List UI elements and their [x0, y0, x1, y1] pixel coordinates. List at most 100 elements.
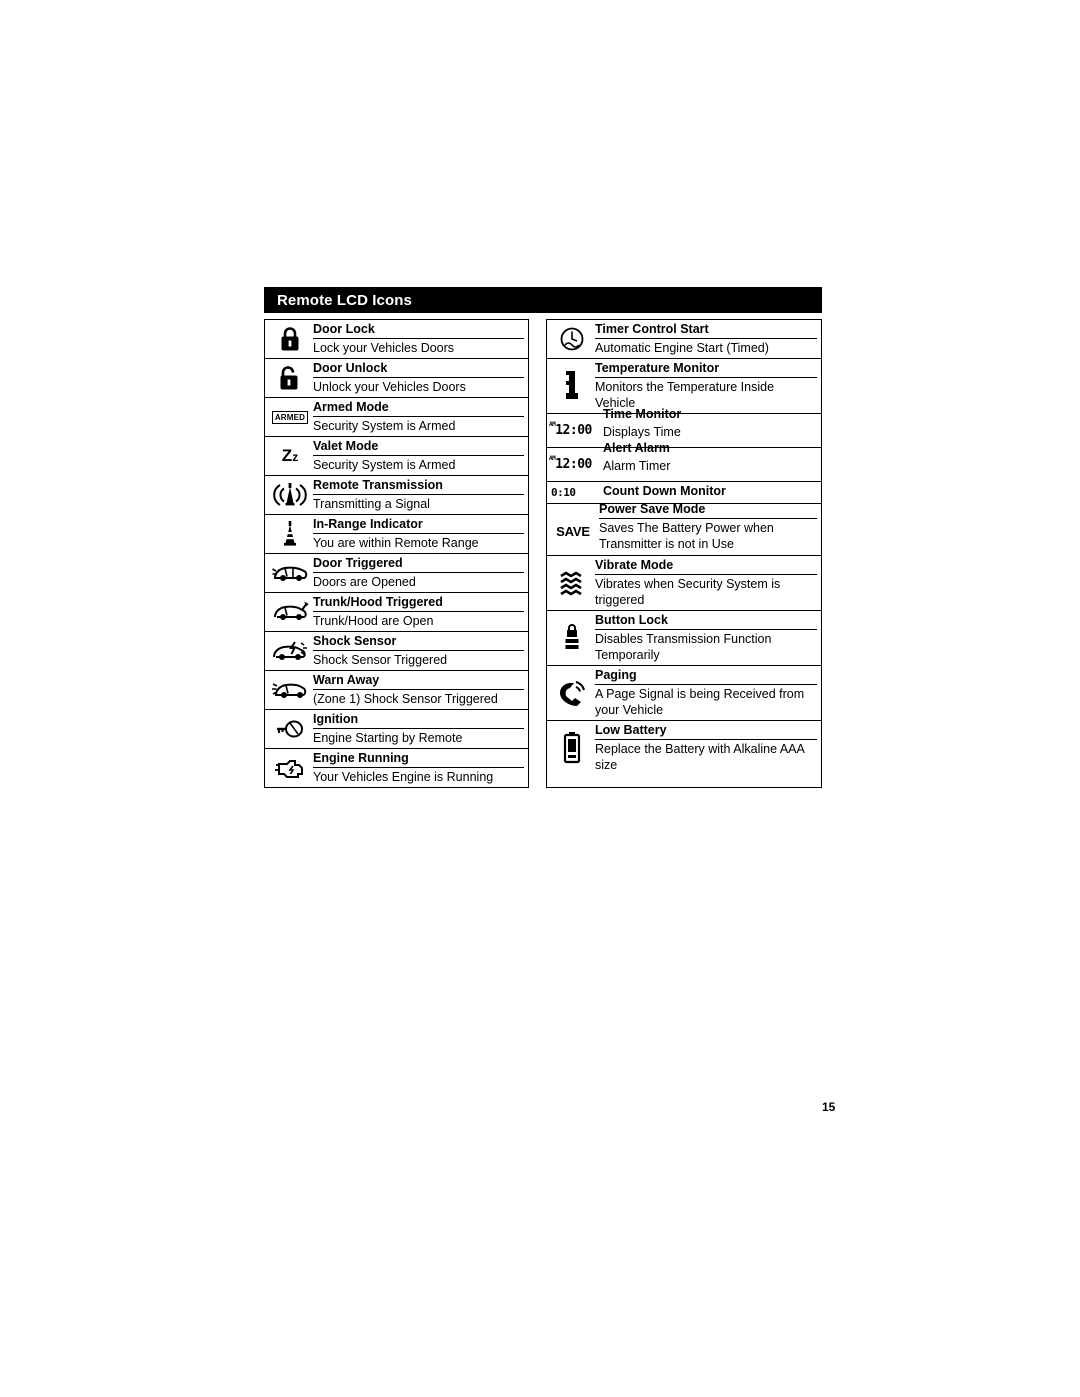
- temperature-monitor-thermometer-icon: [547, 359, 595, 413]
- alert-alarm-lcd-icon: AM 12:00: [547, 448, 601, 481]
- list-item-text: In-Range Indicator You are within Remote…: [313, 515, 528, 553]
- list-item-text: Valet Mode Security System is Armed: [313, 437, 528, 475]
- list-item-text: Door Triggered Doors are Opened: [313, 554, 528, 592]
- list-item-desc: Engine Starting by Remote: [313, 731, 463, 745]
- list-item-title: Count Down Monitor: [603, 484, 726, 498]
- list-item-text: Temperature Monitor Monitors the Tempera…: [595, 359, 821, 413]
- time-monitor-value: 12:00: [555, 423, 592, 438]
- list-item-desc: Doors are Opened: [313, 575, 416, 589]
- list-item: AM 12:00 Alert Alarm Alarm Timer: [547, 441, 821, 482]
- list-item-title: Engine Running: [313, 750, 524, 768]
- list-item: Timer Control Start Automatic Engine Sta…: [547, 320, 821, 359]
- ignition-key-icon: [265, 710, 313, 748]
- list-item-title: Power Save Mode: [599, 501, 817, 519]
- list-item-title: Door Triggered: [313, 555, 524, 573]
- list-item-desc: Security System is Armed: [313, 419, 456, 433]
- list-item-title: In-Range Indicator: [313, 516, 524, 534]
- list-item-text: Alert Alarm Alarm Timer: [601, 441, 821, 481]
- button-lock-icon: [547, 611, 595, 665]
- list-item-title: Time Monitor: [603, 407, 682, 421]
- list-item: Door Unlock Unlock your Vehicles Doors: [265, 359, 528, 398]
- section-header-title: Remote LCD Icons: [277, 291, 412, 309]
- paging-phone-icon: [547, 666, 595, 720]
- list-item-text: Paging A Page Signal is being Received f…: [595, 666, 821, 720]
- list-item-desc: (Zone 1) Shock Sensor Triggered: [313, 692, 498, 706]
- list-item-text: Engine Running Your Vehicles Engine is R…: [313, 749, 528, 787]
- list-item-desc: Alarm Timer: [603, 459, 671, 473]
- list-item: Zz Valet Mode Security System is Armed: [265, 437, 528, 476]
- list-item: Engine Running Your Vehicles Engine is R…: [265, 749, 528, 787]
- list-item-desc: Disables Transmission Function Temporari…: [595, 632, 772, 662]
- engine-running-icon: [265, 749, 313, 787]
- list-item: In-Range Indicator You are within Remote…: [265, 515, 528, 554]
- time-monitor-lcd-icon: AM 12:00: [547, 414, 601, 447]
- remote-transmission-antenna-icon: [265, 476, 313, 514]
- list-item-title: Valet Mode: [313, 438, 524, 456]
- list-item-desc: Security System is Armed: [313, 458, 456, 472]
- count-down-value: 0:10: [551, 486, 576, 499]
- list-item-desc: Saves The Battery Power when Transmitter…: [599, 520, 774, 551]
- list-item: Trunk/Hood Triggered Trunk/Hood are Open: [265, 593, 528, 632]
- list-item: Remote Transmission Transmitting a Signa…: [265, 476, 528, 515]
- timer-control-start-clock-icon: [547, 320, 595, 358]
- list-item-text: Door Lock Lock your Vehicles Doors: [313, 320, 528, 358]
- list-item-title: Remote Transmission: [313, 477, 524, 495]
- trunk-hood-triggered-car-icon: [265, 593, 313, 631]
- document-page: Remote LCD Icons Door Lock Lock your Veh…: [0, 0, 1080, 1397]
- list-item-title: Warn Away: [313, 672, 524, 690]
- in-range-indicator-tower-icon: [265, 515, 313, 553]
- list-item-text: Low Battery Replace the Battery with Alk…: [595, 721, 821, 775]
- list-item: Door Triggered Doors are Opened: [265, 554, 528, 593]
- list-item-desc: Shock Sensor Triggered: [313, 653, 448, 667]
- list-item-desc: Trunk/Hood are Open: [313, 614, 434, 628]
- list-item-title: Paging: [595, 667, 817, 685]
- list-item-desc: Automatic Engine Start (Timed): [595, 341, 769, 355]
- list-item-title: Timer Control Start: [595, 321, 817, 339]
- armed-badge-label: ARMED: [271, 410, 309, 424]
- list-item-title: Door Unlock: [313, 360, 524, 378]
- list-item-title: Door Lock: [313, 321, 524, 339]
- list-item-desc: Lock your Vehicles Doors: [313, 341, 455, 355]
- list-item: Door Lock Lock your Vehicles Doors: [265, 320, 528, 359]
- list-item-text: Remote Transmission Transmitting a Signa…: [313, 476, 528, 514]
- list-item-desc: Unlock your Vehicles Doors: [313, 380, 466, 394]
- list-item: Warn Away (Zone 1) Shock Sensor Triggere…: [265, 671, 528, 710]
- list-item-title: Low Battery: [595, 722, 817, 740]
- list-item-title: Shock Sensor: [313, 633, 524, 651]
- list-item: Ignition Engine Starting by Remote: [265, 710, 528, 749]
- list-item-desc: Vibrates when Security System is trigger…: [595, 577, 781, 607]
- list-item-title: Ignition: [313, 711, 524, 729]
- list-item-desc: Replace the Battery with Alkaline AAA si…: [595, 742, 805, 772]
- list-item: Shock Sensor Shock Sensor Triggered: [265, 632, 528, 671]
- list-item-text: Trunk/Hood Triggered Trunk/Hood are Open: [313, 593, 528, 631]
- section-header: Remote LCD Icons: [264, 287, 822, 313]
- list-item-text: Armed Mode Security System is Armed: [313, 398, 528, 436]
- icon-legend-right-column: Timer Control Start Automatic Engine Sta…: [546, 319, 822, 788]
- list-item: Paging A Page Signal is being Received f…: [547, 666, 821, 721]
- list-item-text: Button Lock Disables Transmission Functi…: [595, 611, 821, 665]
- door-unlock-open-padlock-icon: [265, 359, 313, 397]
- armed-mode-badge-icon: ARMED: [265, 398, 313, 436]
- list-item-title: Button Lock: [595, 612, 817, 630]
- valet-zz-glyph: Zz: [281, 446, 299, 465]
- icon-legend-table: Door Lock Lock your Vehicles Doors Door …: [264, 319, 822, 788]
- list-item-text: Warn Away (Zone 1) Shock Sensor Triggere…: [313, 671, 528, 709]
- list-item: Button Lock Disables Transmission Functi…: [547, 611, 821, 666]
- list-item-title: Alert Alarm: [603, 441, 670, 455]
- list-item: SAVE Power Save Mode Saves The Battery P…: [547, 501, 821, 556]
- low-battery-icon: [547, 721, 595, 775]
- door-triggered-car-icon: [265, 554, 313, 592]
- page-number: 15: [822, 1100, 836, 1114]
- power-save-mode-icon: SAVE: [547, 504, 597, 555]
- list-item-title: Temperature Monitor: [595, 360, 817, 378]
- list-item-title: Trunk/Hood Triggered: [313, 594, 524, 612]
- list-item-text: Power Save Mode Saves The Battery Power …: [597, 501, 821, 555]
- shock-sensor-car-icon: [265, 632, 313, 670]
- door-lock-padlock-icon: [265, 320, 313, 358]
- list-item-desc: Your Vehicles Engine is Running: [313, 770, 494, 784]
- alert-alarm-value: 12:00: [555, 457, 592, 472]
- list-item-text: Door Unlock Unlock your Vehicles Doors: [313, 359, 528, 397]
- list-item-text: Ignition Engine Starting by Remote: [313, 710, 528, 748]
- list-item-text: Vibrate Mode Vibrates when Security Syst…: [595, 556, 821, 610]
- list-item-text: Shock Sensor Shock Sensor Triggered: [313, 632, 528, 670]
